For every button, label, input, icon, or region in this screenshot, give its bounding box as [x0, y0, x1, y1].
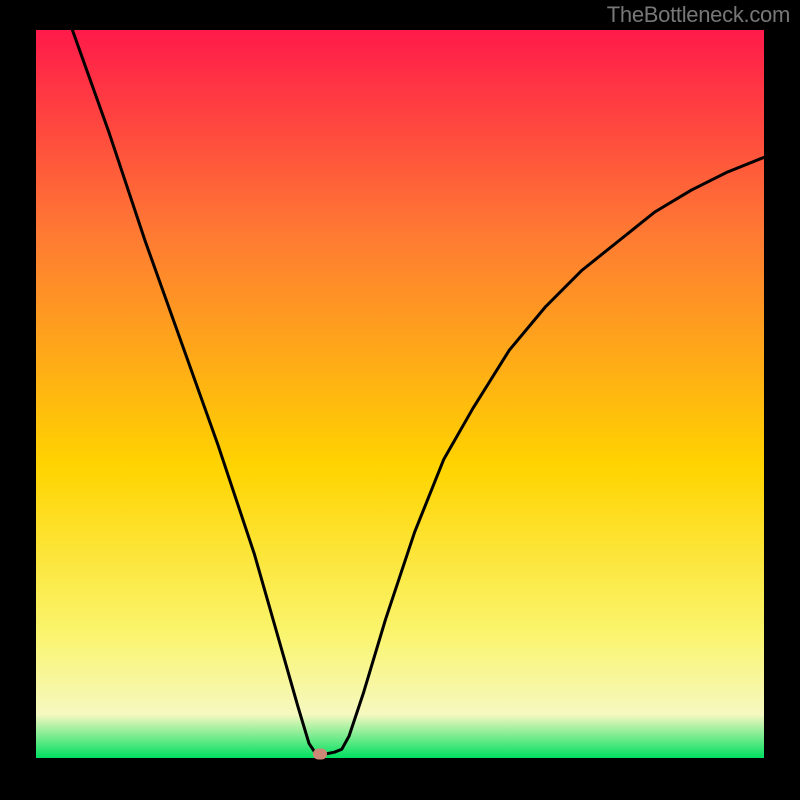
curve-canvas	[36, 30, 764, 758]
bottleneck-curve	[72, 30, 764, 754]
watermark-text: TheBottleneck.com	[607, 2, 790, 28]
chart-area	[36, 30, 764, 758]
minimum-marker	[313, 749, 327, 760]
